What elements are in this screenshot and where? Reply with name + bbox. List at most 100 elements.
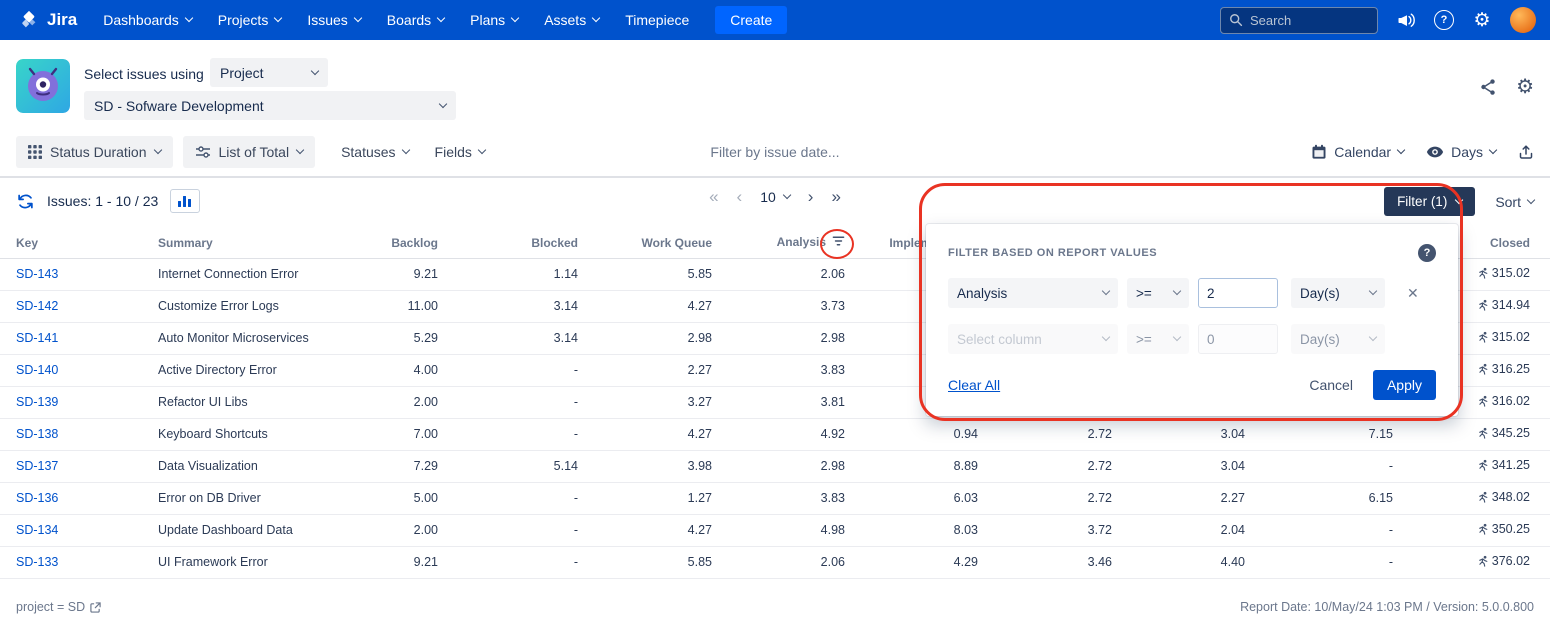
- issue-key-link[interactable]: SD-142: [16, 299, 58, 313]
- column-header-work-queue[interactable]: Work Queue: [578, 228, 712, 258]
- cancel-button[interactable]: Cancel: [1309, 377, 1353, 393]
- duration-cell: 8.89: [845, 450, 978, 482]
- remove-condition-icon[interactable]: ✕: [1407, 285, 1419, 302]
- calendar-select[interactable]: Calendar: [1311, 144, 1404, 160]
- duration-cell: 2.98: [578, 322, 712, 354]
- sort-select[interactable]: Sort: [1495, 194, 1534, 210]
- chevron-down-icon: [1397, 146, 1405, 154]
- filter-unit-select[interactable]: Day(s): [1291, 278, 1385, 308]
- duration-cell: 3.04: [1112, 450, 1245, 482]
- duration-cell: -: [438, 418, 578, 450]
- chevron-down-icon: [783, 190, 791, 198]
- first-page-icon[interactable]: «: [709, 188, 718, 205]
- in-progress-runner-icon: [1477, 363, 1489, 375]
- time-unit-select[interactable]: Days: [1426, 144, 1496, 160]
- nav-item-projects[interactable]: Projects: [218, 12, 282, 28]
- filter-value-input[interactable]: [1198, 324, 1278, 354]
- filter-button[interactable]: Filter (1): [1384, 187, 1475, 216]
- duration-cell: 9.21: [372, 258, 438, 290]
- filter-popup: FILTER BASED ON REPORT VALUES ? Analysis…: [926, 224, 1458, 416]
- issues-bar: Issues: 1 - 10 / 23 « ‹ 10 › » Filter (1…: [0, 178, 1550, 228]
- issue-key-link[interactable]: SD-138: [16, 427, 58, 441]
- chevron-down-icon: [1527, 195, 1535, 203]
- in-progress-runner-icon: [1477, 331, 1489, 343]
- chevron-down-icon: [274, 14, 282, 22]
- export-icon[interactable]: [1518, 144, 1534, 160]
- search-box[interactable]: [1220, 7, 1378, 34]
- in-progress-runner-icon: [1477, 427, 1489, 439]
- project-select[interactable]: SD - Sofware Development: [84, 91, 456, 120]
- column-header-summary[interactable]: Summary: [142, 228, 372, 258]
- duration-cell: 7.29: [372, 450, 438, 482]
- duration-cell: 5.14: [438, 450, 578, 482]
- filter-operator-select[interactable]: >=: [1127, 278, 1189, 308]
- in-progress-runner-icon: [1477, 395, 1489, 407]
- duration-cell: 3.81: [712, 386, 845, 418]
- column-header-analysis[interactable]: Analysis: [712, 228, 845, 258]
- issue-key-cell: SD-136: [0, 482, 142, 514]
- user-avatar[interactable]: [1510, 7, 1536, 33]
- eye-icon: [1426, 145, 1444, 159]
- issue-key-link[interactable]: SD-140: [16, 363, 58, 377]
- issues-bar-left: Issues: 1 - 10 / 23: [16, 189, 200, 213]
- timepiece-app-icon: [16, 59, 70, 113]
- create-button[interactable]: Create: [715, 6, 787, 34]
- filter-unit-select[interactable]: Day(s): [1291, 324, 1385, 354]
- column-header-blocked[interactable]: Blocked: [438, 228, 578, 258]
- issue-source-type-select[interactable]: Project: [210, 58, 328, 87]
- issue-key-link[interactable]: SD-136: [16, 491, 58, 505]
- chevron-down-icon: [1369, 287, 1377, 295]
- filter-operator-select[interactable]: >=: [1127, 324, 1189, 354]
- refresh-icon[interactable]: [16, 192, 35, 211]
- report-settings-gear-icon[interactable]: ⚙: [1516, 77, 1534, 97]
- issue-key-link[interactable]: SD-139: [16, 395, 58, 409]
- filter-value-input[interactable]: [1198, 278, 1278, 308]
- help-icon[interactable]: ?: [1434, 10, 1454, 30]
- nav-item-assets[interactable]: Assets: [544, 12, 599, 28]
- nav-item-dashboards[interactable]: Dashboards: [103, 12, 192, 28]
- chevron-down-icon: [1489, 146, 1497, 154]
- issue-key-link[interactable]: SD-134: [16, 523, 58, 537]
- issue-key-link[interactable]: SD-141: [16, 331, 58, 345]
- nav-item-timepiece[interactable]: Timepiece: [625, 12, 689, 28]
- issue-key-link[interactable]: SD-133: [16, 555, 58, 569]
- duration-cell: 2.04: [1112, 514, 1245, 546]
- duration-cell: 4.40: [1112, 546, 1245, 578]
- toolbar-right-group: Calendar Days: [1311, 136, 1534, 168]
- filter-column-select[interactable]: Analysis: [948, 278, 1118, 308]
- previous-page-icon[interactable]: ‹: [737, 188, 743, 205]
- page-size-select[interactable]: 10: [760, 189, 790, 205]
- share-icon[interactable]: [1479, 78, 1497, 96]
- column-header-backlog[interactable]: Backlog: [372, 228, 438, 258]
- clear-all-link[interactable]: Clear All: [948, 377, 1000, 393]
- apply-button[interactable]: Apply: [1373, 370, 1436, 400]
- duration-cell: 4.00: [372, 354, 438, 386]
- column-header-key[interactable]: Key: [0, 228, 142, 258]
- issue-summary-cell: Customize Error Logs: [142, 290, 372, 322]
- nav-item-boards[interactable]: Boards: [387, 12, 444, 28]
- announcements-megaphone-icon[interactable]: [1395, 11, 1417, 29]
- external-link-icon[interactable]: [90, 602, 101, 613]
- issue-key-link[interactable]: SD-137: [16, 459, 58, 473]
- settings-gear-icon[interactable]: ⚙: [1471, 11, 1493, 30]
- chevron-down-icon: [185, 14, 193, 22]
- filter-column-select[interactable]: Select column: [948, 324, 1118, 354]
- nav-item-issues[interactable]: Issues: [307, 12, 360, 28]
- jira-logo[interactable]: Jira: [18, 9, 77, 31]
- duration-cell: 3.27: [578, 386, 712, 418]
- closed-duration-cell: 376.02: [1393, 546, 1550, 578]
- last-page-icon[interactable]: »: [831, 188, 840, 205]
- next-page-icon[interactable]: ›: [808, 188, 814, 205]
- app-root: Jira Dashboards Projects Issues Boards Plans…: [0, 0, 1550, 622]
- filter-funnel-icon[interactable]: [832, 235, 845, 250]
- chevron-down-icon: [1455, 195, 1463, 203]
- chevron-down-icon: [1173, 287, 1181, 295]
- issue-key-link[interactable]: SD-143: [16, 267, 58, 281]
- nav-item-plans[interactable]: Plans: [470, 12, 518, 28]
- duration-cell: 2.72: [978, 482, 1112, 514]
- duration-cell: -: [1245, 514, 1393, 546]
- popup-help-icon[interactable]: ?: [1418, 244, 1436, 262]
- chart-view-button[interactable]: [170, 189, 200, 213]
- search-input[interactable]: [1250, 13, 1360, 28]
- issue-summary-cell: Update Dashboard Data: [142, 514, 372, 546]
